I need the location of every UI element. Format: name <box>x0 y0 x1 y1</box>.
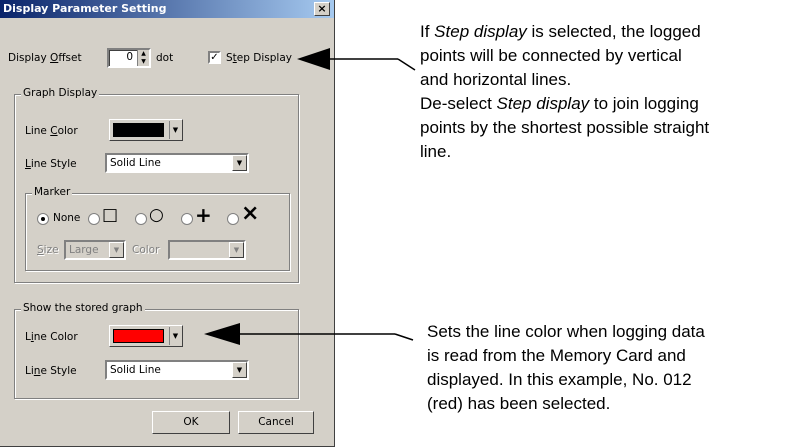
ok-button[interactable]: OK <box>152 411 230 434</box>
cross-marker-icon: × <box>241 201 260 226</box>
chevron-down-icon: ▼ <box>169 327 181 345</box>
marker-radio-none[interactable] <box>37 213 49 225</box>
plus-marker-icon: + <box>195 203 212 227</box>
marker-radio-plus[interactable] <box>181 213 193 225</box>
line-style-value: Solid Line <box>110 157 161 169</box>
line-style-label: Line Style <box>25 158 77 170</box>
marker-size-label: Size <box>37 244 59 256</box>
dialog-window: Display Parameter Setting × Display Offs… <box>0 0 335 447</box>
marker-color-select[interactable]: ▼ <box>168 240 246 260</box>
marker-none-label: None <box>53 212 81 224</box>
cancel-button[interactable]: Cancel <box>238 411 314 434</box>
spin-up-icon[interactable]: ▲ <box>138 50 149 58</box>
stored-line-style-select[interactable]: Solid Line ▼ <box>105 360 249 380</box>
stored-line-color-label: Line Color <box>25 331 78 343</box>
chevron-down-icon[interactable]: ▼ <box>232 155 247 171</box>
step-display-checkbox[interactable]: ✓ <box>208 51 221 64</box>
chevron-down-icon[interactable]: ▼ <box>109 242 124 258</box>
display-offset-value: 0 <box>126 51 133 63</box>
title-bar: Display Parameter Setting × <box>0 0 334 18</box>
marker-size-select[interactable]: Large ▼ <box>64 240 126 260</box>
line-color-button[interactable]: ▼ <box>109 119 183 141</box>
graph-display-group: Graph Display Line Color ▼ Line Style So… <box>14 87 299 283</box>
stored-line-color-button[interactable]: ▼ <box>109 325 183 347</box>
chevron-down-icon[interactable]: ▼ <box>229 242 244 258</box>
graph-display-title: Graph Display <box>21 87 100 99</box>
step-display-note: If Step display is selected, the logged … <box>420 22 710 161</box>
dialog-title: Display Parameter Setting <box>3 2 167 15</box>
display-offset-label: Display Offset <box>8 52 82 64</box>
display-offset-unit: dot <box>156 52 174 64</box>
stored-graph-note: Sets the line color when logging data is… <box>427 322 705 413</box>
marker-radio-cross[interactable] <box>227 213 239 225</box>
marker-size-value: Large <box>69 244 99 256</box>
marker-radio-circle[interactable] <box>135 213 147 225</box>
spin-buttons[interactable]: ▲ ▼ <box>137 50 149 66</box>
marker-title: Marker <box>32 186 73 198</box>
stored-line-style-value: Solid Line <box>110 364 161 376</box>
marker-group: Marker None □ ○ + × Size Large ▼ Color ▼ <box>25 186 290 271</box>
stored-graph-group: Show the stored graph Line Color ▼ Line … <box>14 302 299 399</box>
line-color-swatch <box>113 123 164 137</box>
chevron-down-icon: ▼ <box>169 121 181 139</box>
stored-line-color-swatch <box>113 329 164 343</box>
stored-line-style-label: Line Style <box>25 365 77 377</box>
stored-graph-title: Show the stored graph <box>21 302 145 314</box>
square-marker-icon: □ <box>102 205 119 225</box>
display-offset-spinner[interactable]: 0 ▲ ▼ <box>107 48 151 68</box>
close-button[interactable]: × <box>314 2 330 16</box>
marker-radio-square[interactable] <box>88 213 100 225</box>
line-color-label: Line Color <box>25 125 78 137</box>
step-display-label: Step Display <box>226 52 292 64</box>
circle-marker-icon: ○ <box>149 205 164 225</box>
chevron-down-icon[interactable]: ▼ <box>232 362 247 378</box>
marker-color-label: Color <box>132 244 160 256</box>
spin-down-icon[interactable]: ▼ <box>138 58 149 66</box>
line-style-select[interactable]: Solid Line ▼ <box>105 153 249 173</box>
